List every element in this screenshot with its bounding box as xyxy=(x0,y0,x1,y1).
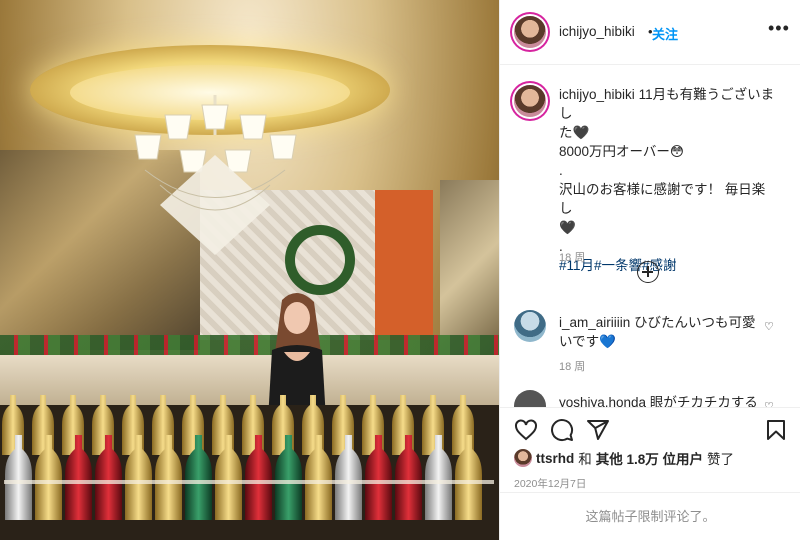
post-sidebar: ichijyo_hibiki • 关注 ••• ichijyo_hibiki 1… xyxy=(499,0,800,540)
caption-username[interactable]: ichijyo_hibiki xyxy=(559,87,635,102)
comment-body: 眼がチカチカする xyxy=(649,395,758,407)
caption-avatar[interactable] xyxy=(514,85,546,117)
orange-panel xyxy=(375,190,433,340)
caption-line-5: 沢山のお客様に感謝です！ 毎日楽し xyxy=(559,182,766,216)
heart-small-icon[interactable]: ♡ xyxy=(764,400,774,407)
chandelier xyxy=(134,95,297,255)
caption-text: ichijyo_hibiki 11月も有難うございまし た🖤 8000万円オーバ… xyxy=(559,85,777,275)
commenter-username[interactable]: i_am_airiiiin xyxy=(559,315,630,330)
liker-username[interactable]: ttsrhd xyxy=(536,451,574,466)
more-dots-icon[interactable]: ••• xyxy=(768,18,790,39)
commenter-username[interactable]: yoshiya.honda xyxy=(559,395,646,407)
author-username[interactable]: ichijyo_hibiki xyxy=(559,24,635,39)
post-header: ichijyo_hibiki • 关注 ••• xyxy=(500,0,800,65)
caption-line-3: 8000万円オーバー😳 xyxy=(559,144,684,159)
post-photo[interactable] xyxy=(0,0,499,540)
likes-suffix: 赞了 xyxy=(707,452,735,467)
share-icon[interactable] xyxy=(586,418,610,442)
likes-count[interactable]: 其他 1.8万 位用户 xyxy=(596,448,703,468)
likes-line[interactable]: ttsrhd 和 其他 1.8万 位用户 赞了 xyxy=(514,448,734,468)
caption-time: 18 周 xyxy=(559,252,586,264)
comment-time: 18 周 xyxy=(559,361,586,373)
heart-icon[interactable] xyxy=(514,418,538,442)
comment-icon[interactable] xyxy=(550,418,574,442)
follow-button[interactable]: 关注 xyxy=(652,24,678,43)
likes-and: 和 xyxy=(578,452,592,467)
post-date[interactable]: 2020年12月7日 xyxy=(514,476,586,491)
comment-text: yoshiya.honda 眼がチカチカする xyxy=(559,393,759,407)
author-avatar[interactable] xyxy=(514,16,546,48)
champagne-bottles xyxy=(2,395,494,520)
liker-avatar[interactable] xyxy=(514,449,532,467)
mirror-wall-right xyxy=(440,180,499,360)
heart-small-icon[interactable]: ♡ xyxy=(764,320,774,333)
christmas-garland xyxy=(0,335,499,357)
comments-section: ichijyo_hibiki 11月も有難うございまし た🖤 8000万円オーバ… xyxy=(500,65,800,407)
comments-restricted-notice: 这篇帖子限制评论了。 xyxy=(500,492,800,541)
post-dialog: ichijyo_hibiki • 关注 ••• ichijyo_hibiki 1… xyxy=(0,0,800,540)
caption-line-6: 🖤 xyxy=(559,220,576,235)
commenter-avatar[interactable] xyxy=(514,310,546,342)
caption-line-2: た🖤 xyxy=(559,125,590,140)
plus-circle-icon[interactable] xyxy=(637,261,659,283)
comment-text: i_am_airiiiin ひびたんいつも可愛いです💙 xyxy=(559,313,759,351)
bookmark-icon[interactable] xyxy=(764,418,788,442)
commenter-avatar[interactable] xyxy=(514,390,546,407)
caption-line-4: . xyxy=(559,163,563,178)
